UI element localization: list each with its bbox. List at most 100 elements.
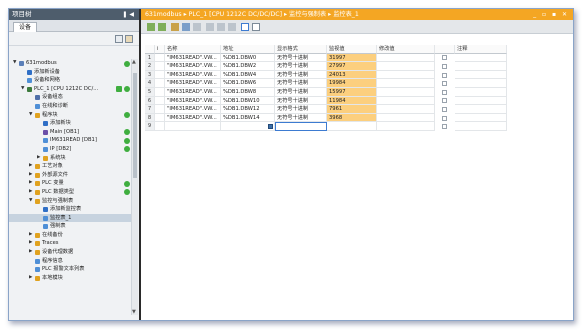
- expand-toggle-icon[interactable]: ▶: [29, 248, 32, 257]
- address-cell[interactable]: %DB1.DBW2: [221, 62, 275, 71]
- comment-cell[interactable]: [455, 62, 507, 71]
- address-cell[interactable]: %DB1.DBW4: [221, 70, 275, 80]
- table-row[interactable]: 9: [145, 122, 571, 131]
- tree-item[interactable]: 添加新监控表: [9, 205, 133, 214]
- display-format-cell[interactable]: 无符号十进制: [275, 87, 327, 97]
- tree-item[interactable]: 添加新设备: [9, 68, 133, 77]
- modify-trigger-icon[interactable]: [217, 23, 225, 31]
- display-format-cell[interactable]: 无符号十进制: [275, 96, 327, 106]
- tree-item[interactable]: ▶ 系统块: [9, 154, 133, 163]
- monitor-once-icon[interactable]: [252, 23, 260, 31]
- tree-item[interactable]: IP [DB2]: [9, 145, 133, 154]
- name-cell[interactable]: "IM631READ".VW...: [165, 70, 221, 80]
- insert-row-icon[interactable]: [147, 23, 155, 31]
- table-row[interactable]: 4 "IM631READ".VW... %DB1.DBW6 无符号十进制 19984: [145, 79, 571, 88]
- tree-item[interactable]: 设备组态: [9, 93, 133, 102]
- expand-toggle-icon[interactable]: ▼: [21, 85, 24, 94]
- tab-devices[interactable]: 设备: [13, 22, 38, 32]
- modify-value-cell[interactable]: [377, 105, 435, 114]
- tree-item[interactable]: 监控表_1: [9, 213, 133, 223]
- tree-item[interactable]: ▼ 631modbus: [9, 59, 133, 68]
- expand-toggle-icon[interactable]: ▼: [29, 197, 32, 206]
- modify-value-cell[interactable]: [377, 79, 435, 88]
- tree-item[interactable]: ▼ 监控与强制表: [9, 197, 133, 206]
- modify-checkbox[interactable]: [442, 106, 447, 112]
- tree-scrollbar[interactable]: ▲ ▼: [131, 59, 138, 315]
- collapse-pane-icon[interactable]: ❚◀: [122, 9, 136, 20]
- modify-now-icon[interactable]: [206, 23, 214, 31]
- address-cell[interactable]: %DB1.DBW14: [221, 113, 275, 123]
- name-cell[interactable]: "IM631READ".VW...: [165, 113, 221, 123]
- tree-item[interactable]: 强制表: [9, 222, 133, 231]
- address-cell[interactable]: %DB1.DBW8: [221, 87, 275, 97]
- address-cell[interactable]: %DB1.DBW0: [221, 53, 275, 63]
- column-header[interactable]: 显示格式: [275, 45, 327, 54]
- tree-item[interactable]: ▶ 设备代理数据: [9, 248, 133, 257]
- table-row[interactable]: 7 "IM631READ".VW... %DB1.DBW12 无符号十进制 7961: [145, 105, 571, 114]
- modify-value-cell[interactable]: [377, 62, 435, 71]
- tree-item[interactable]: ▶ 工艺对象: [9, 162, 133, 171]
- expand-toggle-icon[interactable]: ▶: [29, 162, 32, 171]
- name-cell[interactable]: "IM631READ".VW...: [165, 87, 221, 97]
- modify-value-cell[interactable]: [377, 87, 435, 97]
- modify-checkbox[interactable]: [442, 72, 447, 78]
- display-format-cell[interactable]: 无符号十进制: [275, 113, 327, 123]
- address-cell[interactable]: %DB1.DBW12: [221, 105, 275, 114]
- modify-checkbox[interactable]: [442, 63, 447, 69]
- display-format-cell[interactable]: 无符号十进制: [275, 53, 327, 63]
- display-format-cell[interactable]: [275, 122, 327, 131]
- comment-cell[interactable]: [455, 122, 507, 131]
- tree-item[interactable]: 在线和诊断: [9, 102, 133, 111]
- modify-value-cell[interactable]: [377, 70, 435, 80]
- expand-toggle-icon[interactable]: ▶: [29, 231, 32, 240]
- overview-icon[interactable]: [115, 35, 123, 43]
- name-cell[interactable]: "IM631READ".VW...: [165, 62, 221, 71]
- comment-cell[interactable]: [455, 96, 507, 106]
- tree-item[interactable]: ▶ 在线备份: [9, 231, 133, 240]
- address-cell[interactable]: %DB1.DBW6: [221, 79, 275, 88]
- comment-cell[interactable]: [455, 113, 507, 123]
- tree-item[interactable]: ▶ Traces: [9, 239, 133, 248]
- comment-cell[interactable]: [455, 87, 507, 97]
- column-header[interactable]: 名称: [165, 45, 221, 54]
- name-cell[interactable]: "IM631READ".VW...: [165, 53, 221, 63]
- modify-value-cell[interactable]: [377, 53, 435, 63]
- expand-toggle-icon[interactable]: ▶: [29, 179, 32, 188]
- scroll-down-icon[interactable]: ▼: [132, 309, 136, 315]
- force-icon[interactable]: [182, 23, 190, 31]
- tree-item[interactable]: IM631READ [DB1]: [9, 136, 133, 145]
- tree-item[interactable]: 程序信息: [9, 257, 133, 266]
- display-format-cell[interactable]: 无符号十进制: [275, 70, 327, 80]
- modify-checkbox[interactable]: [442, 89, 447, 95]
- window-controls[interactable]: _ ▫ ▪ ✕: [533, 9, 569, 20]
- expand-toggle-icon[interactable]: ▶: [29, 239, 32, 248]
- expand-toggle-icon[interactable]: ▶: [29, 188, 32, 197]
- comment-cell[interactable]: [455, 105, 507, 114]
- tree-item[interactable]: 添加新块: [9, 119, 133, 128]
- comment-cell[interactable]: [455, 79, 507, 88]
- tree-item[interactable]: ▶ PLC 变量: [9, 179, 133, 188]
- display-format-cell[interactable]: 无符号十进制: [275, 79, 327, 88]
- expand-toggle-icon[interactable]: ▶: [29, 171, 32, 180]
- name-cell[interactable]: "IM631READ".VW...: [165, 79, 221, 88]
- address-cell[interactable]: %DB1.DBW10: [221, 96, 275, 106]
- column-header[interactable]: i: [155, 45, 165, 54]
- tree-item[interactable]: Main [OB1]: [9, 128, 133, 137]
- modify-icon[interactable]: [171, 23, 179, 31]
- table-row[interactable]: 6 "IM631READ".VW... %DB1.DBW10 无符号十进制 11984: [145, 96, 571, 106]
- add-row-icon[interactable]: [158, 23, 166, 31]
- stop-icon[interactable]: [228, 23, 236, 31]
- table-row[interactable]: 5 "IM631READ".VW... %DB1.DBW8 无符号十进制 15997: [145, 87, 571, 97]
- table-row[interactable]: 3 "IM631READ".VW... %DB1.DBW4 无符号十进制 24013: [145, 70, 571, 80]
- column-header[interactable]: 监视值: [327, 45, 377, 54]
- expand-toggle-icon[interactable]: ▶: [37, 154, 40, 163]
- expand-toggle-icon[interactable]: ▼: [13, 59, 16, 68]
- modify-checkbox[interactable]: [442, 124, 447, 130]
- address-browse-icon[interactable]: [268, 123, 273, 129]
- modify-checkbox[interactable]: [442, 115, 447, 121]
- modify-value-cell[interactable]: [377, 96, 435, 106]
- column-header[interactable]: [435, 45, 455, 54]
- table-row[interactable]: 2 "IM631READ".VW... %DB1.DBW2 无符号十进制 27997: [145, 62, 571, 71]
- name-cell[interactable]: "IM631READ".VW...: [165, 105, 221, 114]
- tree-item[interactable]: 设备和网络: [9, 76, 133, 85]
